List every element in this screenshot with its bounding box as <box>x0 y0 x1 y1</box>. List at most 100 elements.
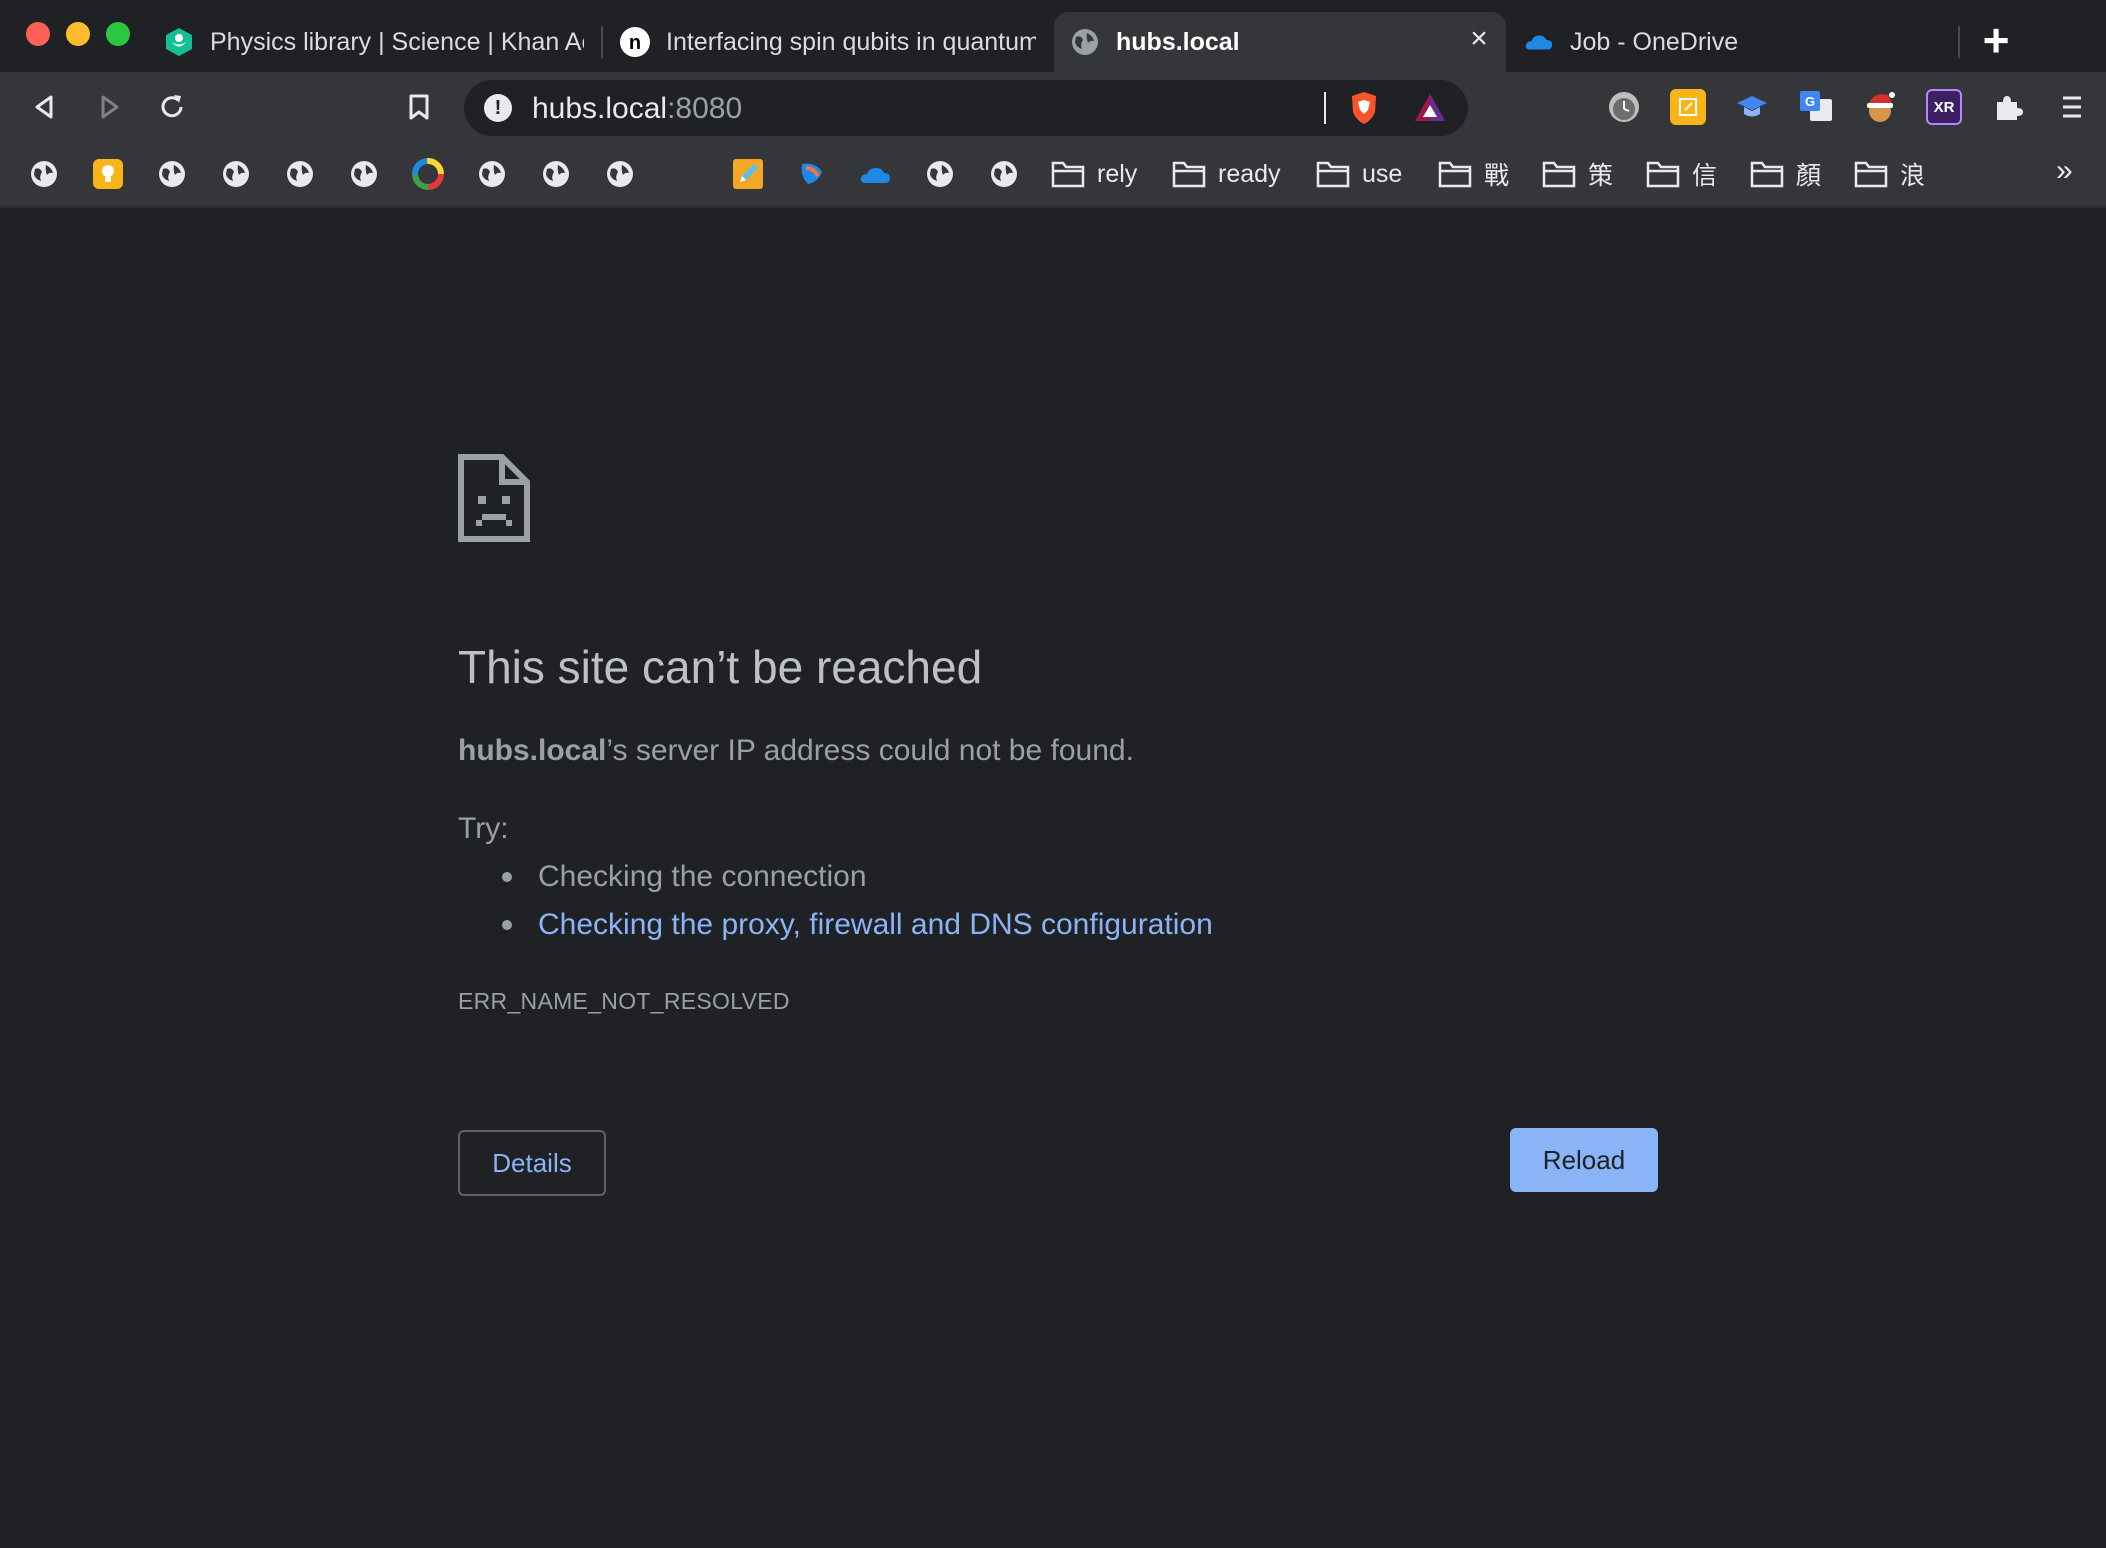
suggestion-check-connection: Checking the connection <box>502 860 867 894</box>
bookmark-folder-label: 策 <box>1588 162 1614 190</box>
bookmark-folder-ready[interactable]: ready <box>1172 156 1281 192</box>
bullet <box>502 872 512 882</box>
tab-title: Job - OneDrive <box>1570 27 1739 56</box>
reload-button[interactable]: Reload <box>1510 1128 1658 1192</box>
bookmark-item[interactable] <box>27 156 61 192</box>
tab-spin-qubits[interactable]: n Interfacing spin qubits in quantum dot… <box>604 12 1052 72</box>
bookmark-item[interactable] <box>795 156 829 192</box>
bookmark-folder-label: 浪 <box>1900 162 1926 190</box>
forward-button[interactable] <box>88 86 130 128</box>
forward-arrow-icon <box>101 95 119 119</box>
tab-separator <box>1958 26 1960 58</box>
url-text[interactable]: hubs.local:8080 <box>532 92 742 126</box>
xr-icon[interactable]: XR <box>1926 89 1962 125</box>
tab-separator <box>601 26 603 58</box>
tab-title: Interfacing spin qubits in quantum dots <box>666 27 1036 56</box>
puzzle-icon[interactable] <box>1990 89 2026 125</box>
bookmark-folder-label: 信 <box>1692 162 1718 190</box>
bookmark-folder-use[interactable]: use <box>1316 156 1402 192</box>
bookmark-item[interactable] <box>411 156 445 192</box>
tab-khan-academy[interactable]: Physics library | Science | Khan Academy <box>148 12 600 72</box>
address-bar[interactable]: ! hubs.local:8080 <box>464 80 1468 136</box>
globe-icon <box>155 157 189 191</box>
bookmark-item[interactable] <box>283 156 317 192</box>
globe-icon <box>1070 27 1100 57</box>
folder-icon <box>1750 157 1784 191</box>
tab-title: Physics library | Science | Khan Academy <box>210 27 584 56</box>
bookmark-folder-label: rely <box>1097 159 1138 188</box>
onedrive-icon <box>1524 27 1554 57</box>
cookie-santa-icon[interactable] <box>1862 89 1898 125</box>
color-wheel-icon <box>411 157 445 191</box>
bookmarks-bar: rely ready use 戰 策 信 顏 浪 » <box>0 142 2106 208</box>
note-icon[interactable] <box>1670 89 1706 125</box>
globe-icon <box>539 157 573 191</box>
globe-icon <box>603 157 637 191</box>
tab-onedrive[interactable]: Job - OneDrive <box>1508 12 1958 72</box>
globe-icon <box>923 157 957 191</box>
globe-icon <box>475 157 509 191</box>
bookmark-item[interactable] <box>859 156 893 192</box>
url-host: hubs.local <box>532 92 668 125</box>
bookmark-item[interactable] <box>91 156 125 192</box>
bookmark-item[interactable] <box>603 156 637 192</box>
bookmark-folder-zhan[interactable]: 戰 <box>1438 156 1509 192</box>
menu-icon[interactable] <box>2054 89 2090 125</box>
url-port: :8080 <box>667 92 743 125</box>
folder-icon <box>1051 157 1085 191</box>
maximize-window-button[interactable] <box>106 22 130 46</box>
bookmark-folder-yan[interactable]: 顏 <box>1750 156 1821 192</box>
bookmark-page-button[interactable] <box>398 86 440 128</box>
brave-rewards-icon[interactable] <box>1412 90 1448 126</box>
bookmark-item[interactable] <box>731 156 765 192</box>
tab-hubs-local[interactable]: hubs.local × <box>1054 12 1506 72</box>
tab-title: hubs.local <box>1116 27 1240 56</box>
bookmark-folder-xin[interactable]: 信 <box>1646 156 1717 192</box>
suggestion-text: Checking the connection <box>538 860 867 893</box>
graduation-cap-icon[interactable] <box>1734 89 1770 125</box>
bulb-icon <box>91 157 125 191</box>
bookmark-item[interactable] <box>155 156 189 192</box>
folder-icon <box>1172 157 1206 191</box>
bullet <box>502 920 512 930</box>
close-window-button[interactable] <box>26 22 50 46</box>
bookmark-folder-ce[interactable]: 策 <box>1542 156 1613 192</box>
globe-icon <box>27 157 61 191</box>
site-info-icon[interactable]: ! <box>484 94 512 122</box>
bookmark-item[interactable] <box>987 156 1021 192</box>
bookmark-folder-lang[interactable]: 浪 <box>1854 156 1925 192</box>
folder-icon <box>1646 157 1680 191</box>
new-tab-button[interactable]: + <box>1978 17 2014 66</box>
bookmark-folder-label: 戰 <box>1484 162 1510 190</box>
globe-icon <box>283 157 317 191</box>
brave-shields-icon[interactable] <box>1346 90 1382 126</box>
clock-icon[interactable] <box>1606 89 1642 125</box>
reload-toolbar-button[interactable] <box>151 86 193 128</box>
folder-icon <box>1542 157 1576 191</box>
back-button[interactable] <box>24 86 66 128</box>
bookmark-folder-label: use <box>1362 159 1403 188</box>
bookmarks-overflow-button[interactable]: » <box>2056 154 2073 188</box>
khan-academy-icon <box>164 27 194 57</box>
bookmark-item[interactable] <box>347 156 381 192</box>
close-tab-icon[interactable]: × <box>1464 24 1494 54</box>
bookmark-item[interactable] <box>475 156 509 192</box>
error-code: ERR_NAME_NOT_RESOLVED <box>458 988 790 1014</box>
suggestion-link-text[interactable]: Checking the proxy, firewall and DNS con… <box>538 908 1213 942</box>
bookmark-item[interactable] <box>923 156 957 192</box>
omnibox-divider <box>1324 92 1326 124</box>
error-summary-text: ’s server IP address could not be found. <box>606 734 1134 767</box>
error-host: hubs.local <box>458 734 607 767</box>
back-arrow-icon <box>35 95 53 119</box>
suggestion-check-proxy-link[interactable]: Checking the proxy, firewall and DNS con… <box>502 908 1213 942</box>
bookmark-item[interactable] <box>219 156 253 192</box>
minimize-window-button[interactable] <box>66 22 90 46</box>
translate-icon[interactable]: G <box>1798 89 1834 125</box>
bookmark-item[interactable] <box>539 156 573 192</box>
details-button[interactable]: Details <box>458 1130 606 1196</box>
error-page: This site can’t be reached hubs.local’s … <box>0 208 2106 1548</box>
bookmark-icon <box>409 94 429 120</box>
bookmark-folder-label: ready <box>1218 159 1281 188</box>
bookmark-folder-rely[interactable]: rely <box>1051 156 1137 192</box>
feather-icon <box>795 157 829 191</box>
